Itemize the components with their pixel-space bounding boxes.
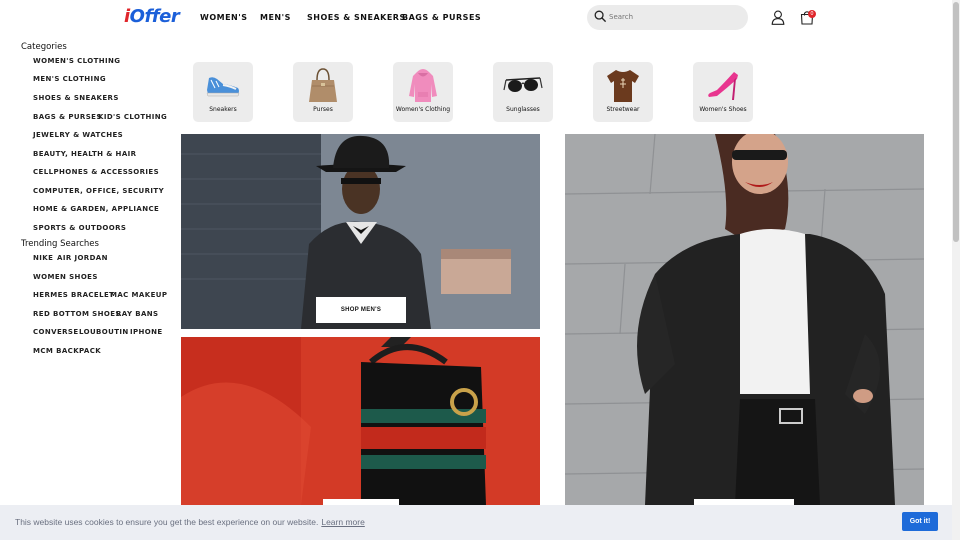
cookie-accept-button[interactable]: Got it! [902, 512, 938, 531]
womens-banner-image[interactable] [565, 134, 924, 505]
category-item[interactable]: CELLPHONES & ACCESSORIES [33, 168, 159, 176]
nav-womens[interactable]: WOMEN'S [200, 13, 247, 22]
heel-icon [708, 72, 738, 100]
bag-photo [181, 337, 540, 505]
trending-item[interactable]: AIR JORDAN [57, 254, 108, 262]
trending-item[interactable]: LOUBOUTIN [79, 328, 129, 336]
scrollbar-thumb[interactable] [953, 2, 959, 242]
trending-item[interactable]: CONVERSE [33, 328, 79, 336]
tile-label: Sneakers [209, 106, 237, 113]
top-header: iOffer WOMEN'S MEN'S SHOES & SNEAKERS BA… [0, 0, 952, 36]
category-tile-purses[interactable]: Purses [293, 62, 353, 122]
category-item[interactable]: HOME & GARDEN, APPLIANCE [33, 205, 159, 213]
search-bar[interactable] [587, 5, 748, 30]
hoodie-icon [409, 69, 437, 102]
purse-icon [309, 68, 337, 102]
trending-item[interactable]: MAC MAKEUP [110, 291, 167, 299]
category-tile-streetwear[interactable]: Streetwear [593, 62, 653, 122]
cookie-consent-bar: This website uses cookies to ensure you … [0, 505, 952, 540]
nav-shoes-sneakers[interactable]: SHOES & SNEAKERS [307, 13, 406, 22]
trending-item[interactable]: HERMES BRACELET [33, 291, 114, 299]
user-account-icon[interactable] [771, 10, 785, 25]
trending-item[interactable]: WOMEN SHOES [33, 273, 98, 281]
category-item[interactable]: JEWELRY & WATCHES [33, 131, 123, 139]
cookie-text: This website uses cookies to ensure you … [15, 517, 319, 527]
trending-item[interactable]: NIKE [33, 254, 53, 262]
trending-item[interactable]: MCM BACKPACK [33, 347, 101, 355]
trending-item[interactable]: RED BOTTOM SHOES [33, 310, 121, 318]
category-item[interactable]: KID'S CLOTHING [98, 113, 167, 121]
learn-more-link[interactable]: Learn more [321, 517, 364, 527]
womens-photo [565, 134, 924, 505]
mens-banner-image[interactable]: SHOP MEN'S [181, 134, 540, 329]
categories-heading: Categories [21, 42, 67, 52]
category-tile-womens-clothing[interactable]: Women's Clothing [393, 62, 453, 122]
category-tile-sunglasses[interactable]: Sunglasses [493, 62, 553, 122]
page-scrollbar[interactable] [952, 0, 960, 540]
search-icon[interactable] [594, 10, 607, 23]
tile-label: Streetwear [606, 106, 640, 113]
bag-banner-image[interactable] [181, 337, 540, 505]
cart-count-badge: 0 [808, 10, 816, 18]
tile-label: Women's Shoes [699, 106, 747, 113]
sneaker-icon [206, 77, 240, 97]
category-item[interactable]: BAGS & PURSES [33, 113, 102, 121]
shop-mens-button[interactable]: SHOP MEN'S [316, 297, 406, 323]
trending-item[interactable]: IPHONE [130, 328, 163, 336]
tile-label: Women's Clothing [395, 106, 451, 113]
category-tile-womens-shoes[interactable]: Women's Shoes [693, 62, 753, 122]
trending-heading: Trending Searches [21, 239, 99, 249]
sunglasses-icon [503, 77, 543, 92]
category-item[interactable]: BEAUTY, HEALTH & HAIR [33, 150, 136, 158]
nav-mens[interactable]: MEN'S [260, 13, 291, 22]
search-input[interactable] [609, 10, 739, 24]
tile-label: Purses [313, 106, 333, 113]
cookie-message: This website uses cookies to ensure you … [15, 517, 365, 527]
tshirt-icon [607, 70, 639, 102]
trending-item[interactable]: RAY BANS [116, 310, 159, 318]
category-item[interactable]: WOMEN'S CLOTHING [33, 57, 120, 65]
ioffer-logo[interactable]: iOffer [124, 6, 180, 27]
category-item[interactable]: MEN'S CLOTHING [33, 75, 106, 83]
category-item[interactable]: COMPUTER, OFFICE, SECURITY [33, 187, 164, 195]
category-item[interactable]: SHOES & SNEAKERS [33, 94, 119, 102]
nav-bags-purses[interactable]: BAGS & PURSES [402, 13, 481, 22]
category-tile-sneakers[interactable]: Sneakers [193, 62, 253, 122]
category-item[interactable]: SPORTS & OUTDOORS [33, 224, 126, 232]
tile-label: Sunglasses [506, 106, 540, 113]
